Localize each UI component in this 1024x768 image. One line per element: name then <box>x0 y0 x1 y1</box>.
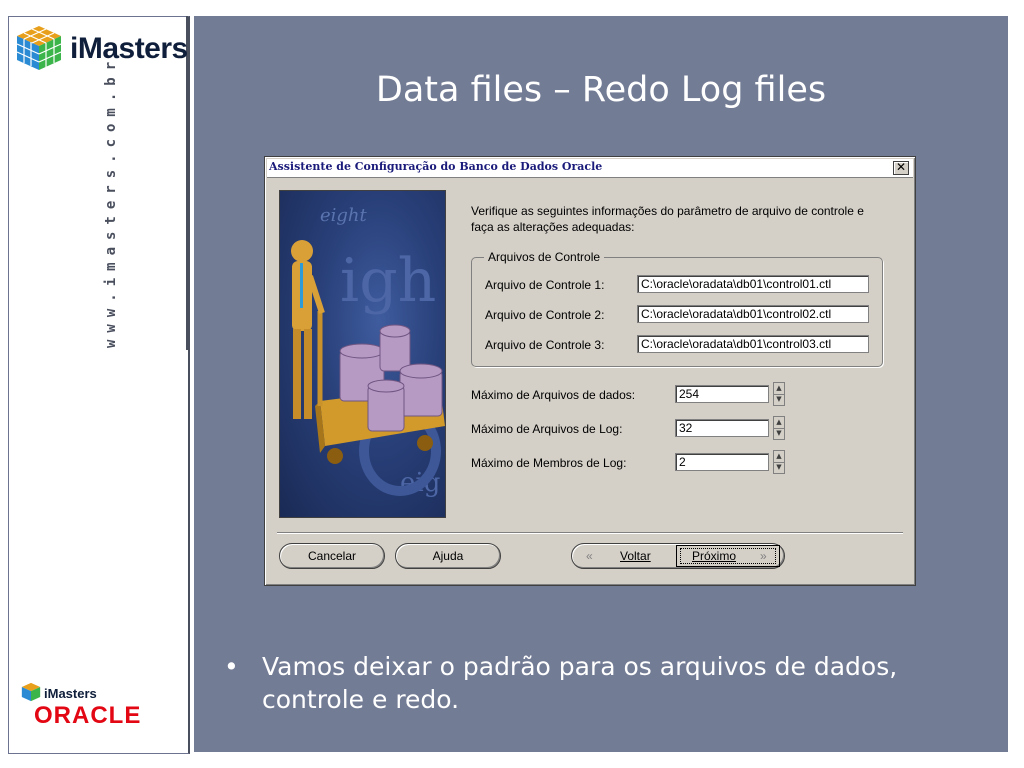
max-data-files-spinner[interactable]: ▲ ▼ <box>773 382 785 406</box>
imasters-logo: iMasters <box>12 24 188 72</box>
max-data-files-input[interactable]: 254 <box>675 385 769 403</box>
brand-sidebar: iMasters www.imasters.com.br iMasters OR… <box>0 0 192 768</box>
control-file-3-input[interactable]: C:\oracle\oradata\db01\control03.ctl <box>637 335 869 353</box>
max-log-members-spinner[interactable]: ▲ ▼ <box>773 450 785 474</box>
control-file-2-input[interactable]: C:\oracle\oradata\db01\control02.ctl <box>637 305 869 323</box>
back-button-label: Voltar <box>620 549 651 563</box>
brand-url: www.imasters.com.br <box>103 54 119 348</box>
control-file-1-label: Arquivo de Controle 1: <box>485 278 605 292</box>
bullet-dot-icon: • <box>224 652 239 681</box>
worker-with-disks-illustration: eight igh eig <box>291 205 445 498</box>
max-data-files-label: Máximo de Arquivos de dados: <box>471 388 636 402</box>
back-arrow-icon: « <box>586 549 593 563</box>
max-log-files-input[interactable]: 32 <box>675 419 769 437</box>
oracle-config-dialog: Assistente de Configuração do Banco de D… <box>264 156 916 586</box>
svg-text:eight: eight <box>320 205 368 226</box>
help-button[interactable]: Ajuda <box>395 543 501 569</box>
control-files-legend: Arquivos de Controle <box>484 250 605 264</box>
close-button[interactable]: ✕ <box>893 161 909 175</box>
partner-logos: iMasters ORACLE <box>18 682 178 738</box>
navigation-button-group: « Voltar Próximo » <box>571 543 785 569</box>
imasters-cube-icon <box>16 26 62 70</box>
control-file-1-input[interactable]: C:\oracle\oradata\db01\control01.ctl <box>637 275 869 293</box>
spinner-down-icon[interactable]: ▼ <box>774 462 784 473</box>
next-button-label: Próximo <box>692 549 737 563</box>
max-log-files-label: Máximo de Arquivos de Log: <box>471 422 623 436</box>
brand-mini-name: iMasters <box>44 686 97 701</box>
brand-name: iMasters <box>70 32 188 65</box>
spinner-down-icon[interactable]: ▼ <box>774 428 784 439</box>
oracle-logo: ORACLE <box>34 702 142 729</box>
cancel-button-label: Cancelar <box>307 549 357 563</box>
svg-text:igh: igh <box>340 246 436 316</box>
next-button[interactable]: Próximo » <box>676 544 784 568</box>
brand-frame <box>8 16 190 754</box>
spinner-down-icon[interactable]: ▼ <box>774 394 784 405</box>
next-arrow-icon: » <box>760 549 767 563</box>
imasters-mini-cube-icon <box>21 682 41 702</box>
close-icon: ✕ <box>895 160 907 174</box>
max-log-members-input[interactable]: 2 <box>675 453 769 471</box>
back-button[interactable]: « Voltar <box>572 544 676 568</box>
dialog-titlebar[interactable]: Assistente de Configuração do Banco de D… <box>267 159 913 178</box>
control-file-2-label: Arquivo de Controle 2: <box>485 308 605 322</box>
cancel-button[interactable]: Cancelar <box>279 543 385 569</box>
dialog-instruction: Verifique as seguintes informações do pa… <box>471 204 864 234</box>
wizard-illustration: eight igh eig <box>279 190 446 518</box>
bullet-text: Vamos deixar o padrão para os arquivos d… <box>262 652 898 714</box>
control-file-3-label: Arquivo de Controle 3: <box>485 338 605 352</box>
help-button-label: Ajuda <box>432 549 464 563</box>
dialog-divider <box>277 532 903 534</box>
slide-title: Data files – Redo Log files <box>375 70 827 110</box>
max-log-files-spinner[interactable]: ▲ ▼ <box>773 416 785 440</box>
max-log-members-label: Máximo de Membros de Log: <box>471 456 627 470</box>
dialog-title: Assistente de Configuração do Banco de D… <box>269 160 603 173</box>
